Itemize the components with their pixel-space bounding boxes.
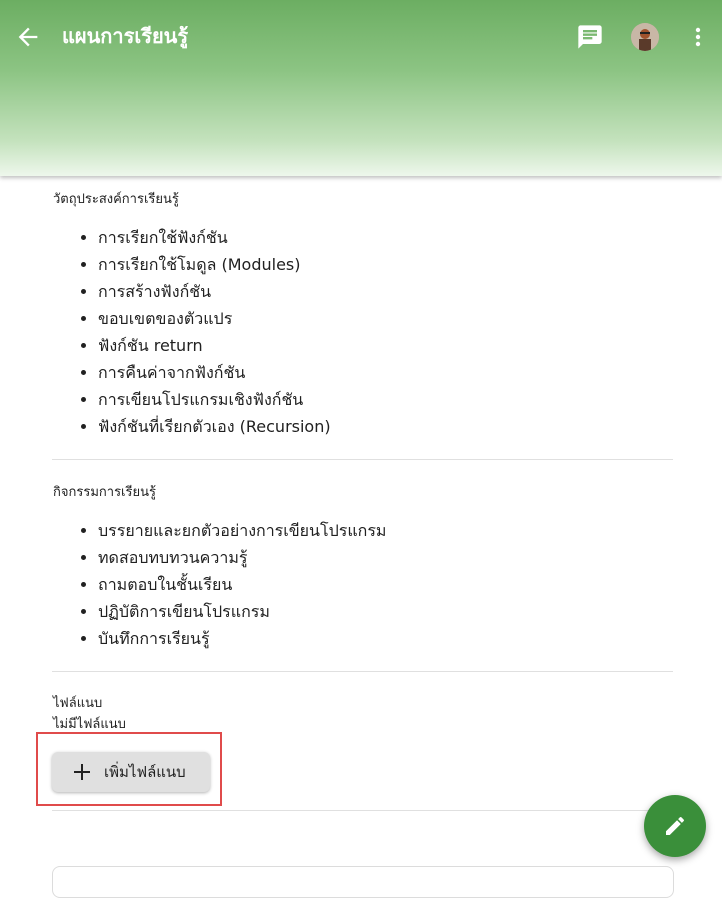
- list-item: การเรียกใช้โมดูล (Modules): [98, 251, 331, 278]
- divider: [52, 671, 673, 672]
- chat-button[interactable]: [576, 23, 604, 51]
- list-item: การสร้างฟังก์ชัน: [98, 278, 331, 305]
- list-item: ฟังก์ชันที่เรียกตัวเอง (Recursion): [98, 413, 331, 440]
- plus-icon: [74, 764, 90, 780]
- add-attachment-label: เพิ่มไฟล์แนบ: [104, 763, 186, 781]
- user-photo: [631, 23, 659, 51]
- list-item: ขอบเขตของตัวแปร: [98, 305, 331, 332]
- more-options-button[interactable]: [686, 23, 710, 51]
- edit-fab-button[interactable]: [644, 795, 706, 857]
- activities-list: บรรยายและยกตัวอย่างการเขียนโปรแกรม ทดสอบ…: [52, 517, 386, 652]
- divider: [52, 459, 673, 460]
- list-item: ทดสอบทบทวนความรู้: [98, 544, 386, 571]
- page-title: แผนการเรียนรู้: [62, 24, 189, 48]
- list-item: การคืนค่าจากฟังก์ชัน: [98, 359, 331, 386]
- objectives-list: การเรียกใช้ฟังก์ชัน การเรียกใช้โมดูล (Mo…: [52, 224, 331, 440]
- list-item: ถามตอบในชั้นเรียน: [98, 571, 386, 598]
- list-item: ปฏิบัติการเขียนโปรแกรม: [98, 598, 386, 625]
- objectives-label: วัตถุประสงค์การเรียนรู้: [53, 192, 179, 207]
- list-item: การเขียนโปรแกรมเชิงฟังก์ชัน: [98, 386, 331, 413]
- card: [52, 866, 674, 898]
- app-bar: แผนการเรียนรู้: [0, 0, 722, 176]
- add-attachment-button[interactable]: เพิ่มไฟล์แนบ: [52, 752, 210, 792]
- chat-icon: [578, 25, 602, 49]
- divider: [52, 810, 673, 811]
- back-button[interactable]: [14, 23, 42, 51]
- arrow-back-icon: [18, 27, 38, 47]
- attachments-label: ไฟล์แนบ: [53, 696, 103, 711]
- list-item: การเรียกใช้ฟังก์ชัน: [98, 224, 331, 251]
- list-item: บรรยายและยกตัวอย่างการเขียนโปรแกรม: [98, 517, 386, 544]
- list-item: ฟังก์ชัน return: [98, 332, 331, 359]
- activities-label: กิจกรรมการเรียนรู้: [53, 485, 156, 500]
- no-attachments-text: ไม่มีไฟล์แนบ: [53, 717, 126, 732]
- more-vert-icon: [695, 27, 701, 47]
- avatar[interactable]: [631, 23, 659, 51]
- list-item: บันทึกการเรียนรู้: [98, 625, 386, 652]
- pencil-icon: [666, 816, 685, 835]
